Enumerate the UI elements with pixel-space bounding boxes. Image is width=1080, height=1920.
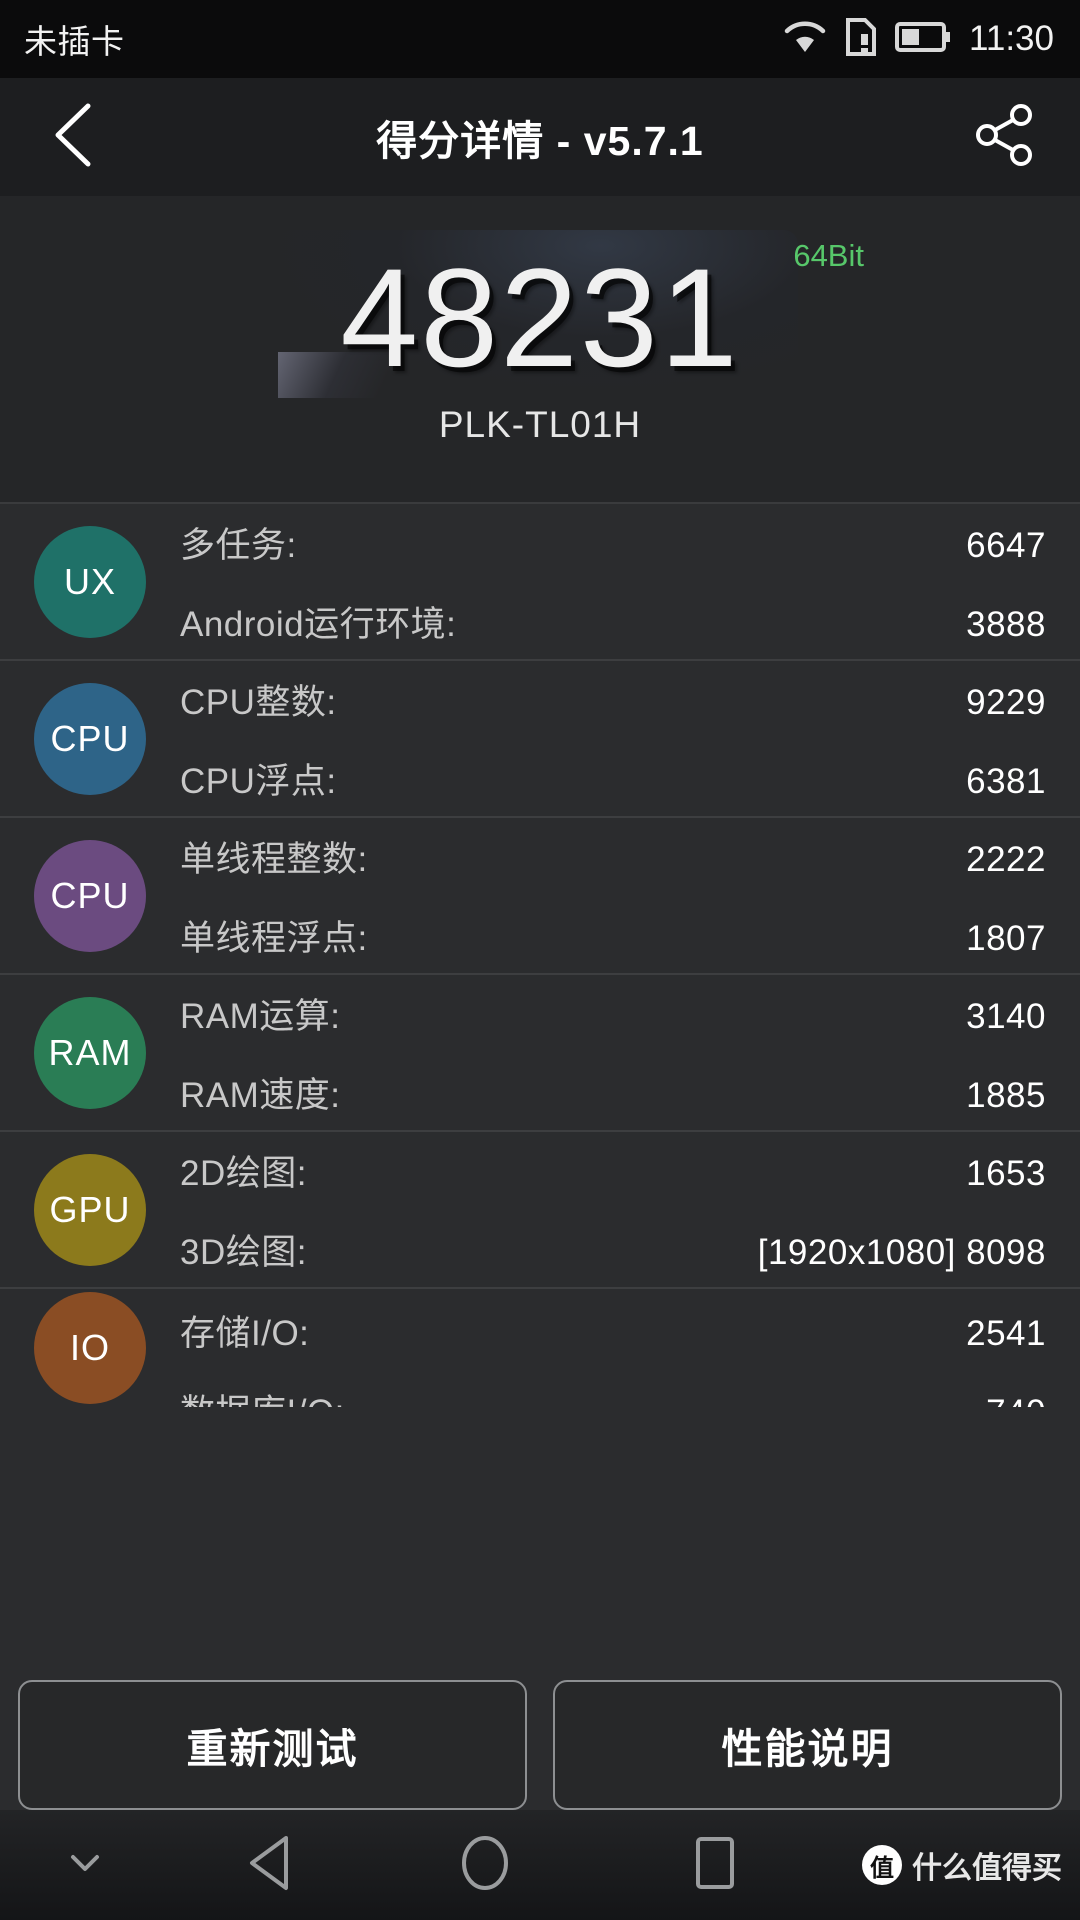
metric-value: 1653: [966, 1153, 1046, 1193]
metric-label: RAM速度:: [180, 1075, 341, 1115]
result-metrics: 存储I/O: 2541 数据库I/O: 740: [180, 1305, 1046, 1407]
result-badge-container: GPU: [0, 1153, 180, 1266]
share-button[interactable]: [970, 102, 1040, 172]
metric-value: 3140: [966, 996, 1046, 1036]
metric-label: 3D绘图:: [180, 1232, 307, 1272]
metric-value: 740: [986, 1393, 1046, 1407]
metric-item: 单线程整数: 2222: [180, 831, 1046, 882]
metric-item: CPU整数: 9229: [180, 674, 1046, 725]
metric-value: [1920x1080] 8098: [757, 1232, 1046, 1272]
result-badge-container: IO: [0, 1292, 180, 1404]
result-row[interactable]: CPU 单线程整数: 2222 单线程浮点: 1807: [0, 818, 1080, 975]
total-score: 48231: [340, 239, 740, 396]
app-screen: 未插卡 11:30 得分详情 - v5.7.1 48231 64Bit PLK-…: [0, 0, 1080, 1920]
result-category-badge: CPU: [34, 682, 146, 795]
metric-label: 单线程浮点:: [180, 918, 368, 958]
bit-badge: 64Bit: [793, 238, 864, 273]
wifi-icon: [783, 20, 827, 59]
performance-info-button[interactable]: 性能说明: [553, 1680, 1062, 1810]
result-badge-container: CPU: [0, 682, 180, 795]
metric-label: 单线程整数:: [180, 839, 368, 879]
result-metrics: RAM运算: 3140 RAM速度: 1885: [180, 988, 1046, 1118]
result-metrics: 2D绘图: 1653 3D绘图: [1920x1080] 8098: [180, 1145, 1046, 1275]
result-category-badge: CPU: [34, 839, 146, 952]
metric-item: 2D绘图: 1653: [180, 1145, 1046, 1196]
result-category-badge: GPU: [34, 1153, 146, 1266]
result-badge-container: UX: [0, 525, 180, 638]
carrier-label: 未插卡: [24, 23, 125, 60]
share-icon: [972, 102, 1038, 173]
metric-item: 存储I/O: 2541: [180, 1305, 1046, 1356]
metric-label: 存储I/O:: [180, 1314, 310, 1353]
result-row[interactable]: UX 多任务: 6647 Android运行环境: 3888: [0, 504, 1080, 661]
nav-back-button[interactable]: [170, 1834, 370, 1897]
chevron-left-icon: [48, 100, 102, 175]
chevron-down-icon: [67, 1851, 103, 1880]
score-hero: 48231 64Bit PLK-TL01H: [0, 196, 1080, 504]
metric-item: Android运行环境: 3888: [180, 596, 1046, 647]
metric-item: 多任务: 6647: [180, 517, 1046, 568]
metric-value: 3888: [966, 604, 1046, 644]
result-metrics: CPU整数: 9229 CPU浮点: 6381: [180, 674, 1046, 804]
triangle-back-icon: [246, 1834, 294, 1897]
metric-value: 2541: [966, 1314, 1046, 1353]
battery-icon: [895, 21, 951, 58]
status-bar-icons: 11:30: [783, 17, 1054, 62]
result-row[interactable]: IO 存储I/O: 2541 数据库I/O: 740: [0, 1289, 1080, 1407]
metric-label: 数据库I/O:: [180, 1384, 345, 1407]
watermark-logo-icon: 值: [862, 1845, 902, 1885]
metric-value: 1807: [966, 918, 1046, 958]
action-button-bar: 重新测试 性能说明: [0, 1680, 1080, 1810]
result-category-badge: RAM: [34, 996, 146, 1109]
nav-home-button[interactable]: [370, 1834, 600, 1897]
metric-label: CPU浮点:: [180, 761, 337, 801]
score-container: 48231 64Bit: [220, 222, 864, 398]
circle-home-icon: [460, 1834, 510, 1897]
metric-value: 6381: [966, 761, 1046, 801]
hide-navbar-button[interactable]: [0, 1851, 170, 1880]
status-bar: 未插卡 11:30: [0, 0, 1080, 78]
back-button[interactable]: [40, 102, 110, 172]
result-category-badge: UX: [34, 525, 146, 638]
metric-item: CPU浮点: 6381: [180, 753, 1046, 804]
android-nav-bar: 值 什么值得买: [0, 1810, 1080, 1920]
page-title: 得分详情 - v5.7.1: [376, 118, 704, 164]
nav-recents-button[interactable]: [600, 1835, 830, 1896]
metric-label: 多任务:: [180, 525, 297, 565]
metric-value: 1885: [966, 1075, 1046, 1115]
metric-item: 数据库I/O: 740: [180, 1384, 1046, 1407]
metric-value: 2222: [966, 839, 1046, 879]
metric-label: 2D绘图:: [180, 1153, 307, 1193]
site-watermark: 值 什么值得买: [862, 1843, 1062, 1887]
result-metrics: 多任务: 6647 Android运行环境: 3888: [180, 517, 1046, 647]
square-recents-icon: [692, 1835, 738, 1896]
metric-item: RAM速度: 1885: [180, 1067, 1046, 1118]
metric-value: 9229: [966, 682, 1046, 722]
clock-label: 11:30: [969, 19, 1054, 58]
result-row[interactable]: CPU CPU整数: 9229 CPU浮点: 6381: [0, 661, 1080, 818]
retest-button[interactable]: 重新测试: [18, 1680, 527, 1810]
result-badge-container: RAM: [0, 996, 180, 1109]
metric-value: 6647: [966, 525, 1046, 565]
metric-item: 单线程浮点: 1807: [180, 910, 1046, 961]
metric-label: RAM运算:: [180, 996, 341, 1036]
watermark-label: 什么值得买: [912, 1852, 1062, 1885]
metric-label: CPU整数:: [180, 682, 337, 722]
metric-item: 3D绘图: [1920x1080] 8098: [180, 1224, 1046, 1275]
result-badge-container: CPU: [0, 839, 180, 952]
sim-card-alert-icon: [845, 17, 877, 62]
result-metrics: 单线程整数: 2222 单线程浮点: 1807: [180, 831, 1046, 961]
device-model-label: PLK-TL01H: [438, 404, 642, 445]
result-row[interactable]: RAM RAM运算: 3140 RAM速度: 1885: [0, 975, 1080, 1132]
metric-label: Android运行环境:: [180, 604, 457, 644]
metric-item: RAM运算: 3140: [180, 988, 1046, 1039]
result-category-badge: IO: [34, 1292, 146, 1404]
title-bar: 得分详情 - v5.7.1: [0, 78, 1080, 196]
result-row[interactable]: GPU 2D绘图: 1653 3D绘图: [1920x1080] 8098: [0, 1132, 1080, 1289]
